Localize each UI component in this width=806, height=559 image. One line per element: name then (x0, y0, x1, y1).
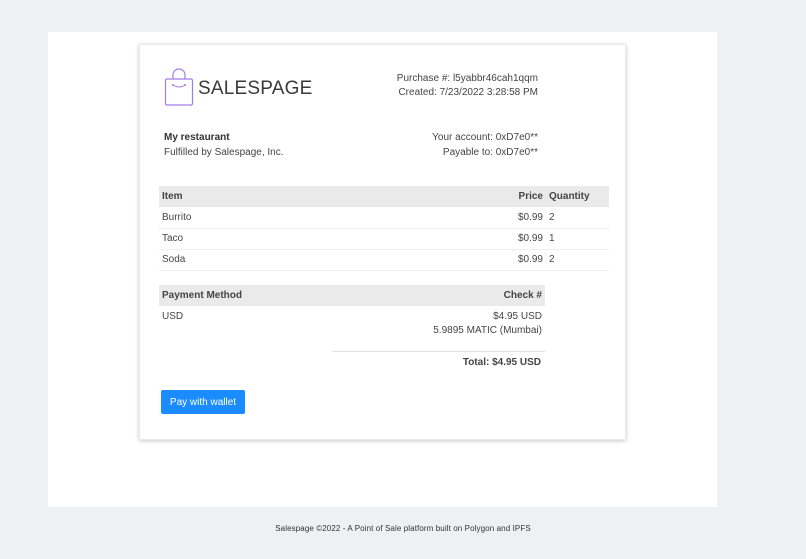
purchase-created: Created: 7/23/2022 3:28:58 PM (398, 87, 538, 98)
amount-usd: $4.95 USD (493, 311, 542, 322)
total-amount: Total: $4.95 USD (462, 357, 541, 368)
shopping-bag-icon (164, 67, 194, 112)
table-row: Soda $0.99 2 (159, 249, 609, 271)
payment-row: USD $4.95 USD 5.9895 MATIC (Mumbai) (159, 306, 545, 342)
header-check: Check # (324, 285, 545, 306)
payment-method: USD (162, 311, 184, 322)
pay-with-wallet-button[interactable]: Pay with wallet (161, 390, 245, 414)
header-item: Item (159, 186, 466, 207)
payable-to: Payable to: 0xD7e0** (442, 147, 538, 158)
item-quantity: 1 (546, 228, 609, 250)
table-row: Burrito $0.99 2 (159, 207, 609, 229)
invoice-card: SALESPAGE Purchase #: l5yabbr46cah1qqm C… (139, 44, 626, 440)
vendor-fulfilled-by: Fulfilled by Salespage, Inc. (164, 147, 284, 158)
items-table: Item Price Quantity Burrito $0.99 2 Taco… (159, 186, 609, 271)
brand-name: SALESPAGE (198, 78, 313, 99)
item-name: Soda (159, 249, 466, 271)
total-divider (332, 351, 545, 352)
item-price: $0.99 (466, 207, 546, 229)
page-container: SALESPAGE Purchase #: l5yabbr46cah1qqm C… (48, 32, 717, 507)
footer-text: Salespage ©2022 - A Point of Sale platfo… (275, 524, 531, 533)
header-payment-method: Payment Method (159, 285, 325, 306)
item-quantity: 2 (546, 249, 609, 271)
amount-matic: 5.9895 MATIC (Mumbai) (433, 325, 542, 336)
purchase-number: Purchase #: l5yabbr46cah1qqm (396, 73, 538, 84)
vendor-info: My restaurant Fulfilled by Salespage, In… (164, 130, 284, 160)
account-info: Your account: 0xD7e0** Payable to: 0xD7e… (432, 130, 538, 160)
items-header-row: Item Price Quantity (159, 186, 609, 207)
item-quantity: 2 (546, 207, 609, 229)
header-quantity: Quantity (546, 186, 609, 207)
vendor-name: My restaurant (164, 132, 230, 143)
item-name: Taco (159, 228, 466, 250)
payment-table: Payment Method Check # USD $4.95 USD 5.9… (159, 285, 545, 342)
item-price: $0.99 (466, 228, 546, 250)
payment-header-row: Payment Method Check # (159, 285, 545, 306)
item-price: $0.99 (466, 249, 546, 271)
item-name: Burrito (159, 207, 466, 229)
header-price: Price (466, 186, 546, 207)
brand-logo[interactable]: SALESPAGE (164, 67, 313, 112)
payment-amounts: $4.95 USD 5.9895 MATIC (Mumbai) (324, 306, 545, 342)
your-account: Your account: 0xD7e0** (432, 132, 538, 143)
table-row: Taco $0.99 1 (159, 228, 609, 250)
purchase-meta: Purchase #: l5yabbr46cah1qqm Created: 7/… (397, 72, 538, 100)
